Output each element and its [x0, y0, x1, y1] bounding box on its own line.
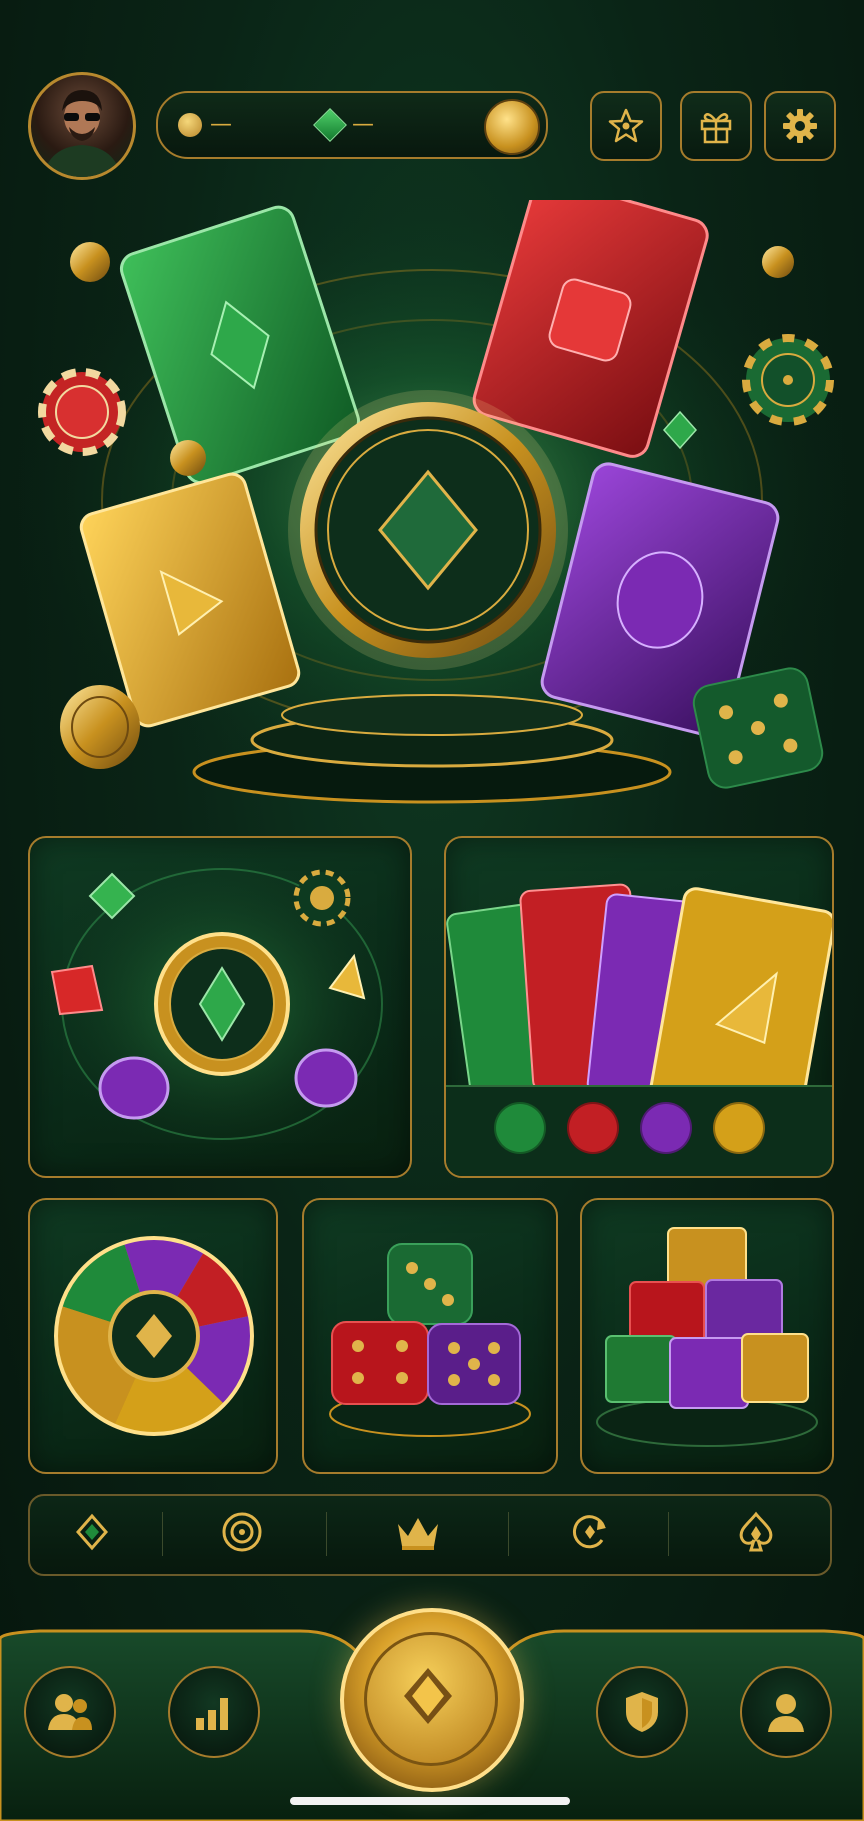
color-wheel-art — [54, 1236, 254, 1436]
strip-diamond-button[interactable] — [68, 1508, 116, 1556]
gem-value: — — [352, 112, 374, 137]
favorites-button[interactable] — [590, 91, 662, 161]
gold-coin-icon — [178, 113, 202, 137]
gem-chips-art — [30, 838, 410, 1176]
strip-crown-button[interactable] — [394, 1508, 442, 1556]
strip-target-button[interactable] — [218, 1508, 266, 1556]
add-coins-button[interactable] — [484, 99, 540, 155]
currency-bar: — — — [156, 91, 548, 159]
strip-divider — [508, 1512, 509, 1556]
blocks-art — [596, 1227, 818, 1447]
diamond-icon — [76, 1513, 108, 1551]
gift-icon — [700, 113, 732, 144]
strip-refresh-button[interactable] — [566, 1508, 614, 1556]
card-colors-game-tile[interactable] — [444, 836, 834, 1178]
play-button[interactable] — [340, 1608, 524, 1792]
friends-button[interactable] — [24, 1666, 116, 1758]
strip-divider — [162, 1512, 163, 1556]
gem-chips-game-tile[interactable] — [28, 836, 412, 1178]
strip-spade-button[interactable] — [732, 1508, 780, 1556]
coin-value: — — [210, 112, 232, 137]
green-diamond-icon — [313, 108, 347, 142]
header: — — — [0, 60, 864, 190]
color-red-button[interactable] — [567, 1102, 619, 1154]
gear-icon — [783, 109, 817, 143]
target-icon — [222, 1512, 262, 1552]
strip-divider — [326, 1512, 327, 1556]
profile-button[interactable] — [740, 1666, 832, 1758]
home-indicator — [290, 1797, 570, 1805]
crown-icon — [398, 1518, 438, 1550]
dice-game-tile[interactable] — [302, 1198, 558, 1474]
gift-button[interactable] — [680, 91, 752, 161]
color-gold-button[interactable] — [713, 1102, 765, 1154]
friends-icon — [48, 1694, 92, 1730]
strip-divider — [668, 1512, 669, 1556]
avatar[interactable] — [28, 72, 136, 180]
refresh-icon — [572, 1515, 606, 1549]
dice-art — [329, 1243, 531, 1437]
profile-icon — [768, 1694, 804, 1732]
avatar-portrait-icon — [43, 90, 121, 177]
stats-icon — [196, 1698, 228, 1730]
shield-icon — [626, 1692, 658, 1732]
star-icon — [608, 108, 644, 143]
hero-art — [0, 177, 864, 820]
blocks-game-tile[interactable] — [580, 1198, 834, 1474]
color-wheel-game-tile[interactable] — [28, 1198, 278, 1474]
spade-icon — [739, 1511, 773, 1552]
stats-button[interactable] — [168, 1666, 260, 1758]
shield-button[interactable] — [596, 1666, 688, 1758]
color-purple-button[interactable] — [640, 1102, 692, 1154]
play-diamond-icon — [404, 1668, 452, 1724]
hero-banner[interactable] — [0, 177, 864, 820]
settings-button[interactable] — [764, 91, 836, 161]
color-green-button[interactable] — [494, 1102, 546, 1154]
